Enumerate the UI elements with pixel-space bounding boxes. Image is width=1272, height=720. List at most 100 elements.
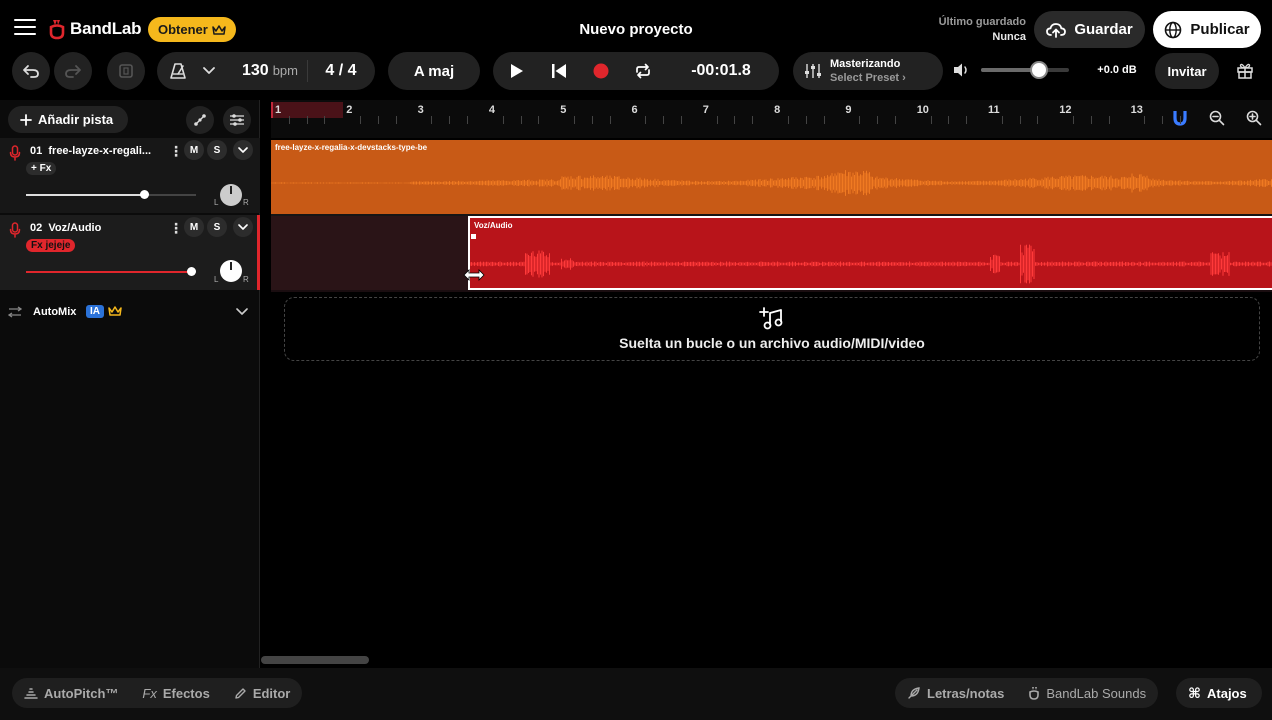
lyrics-notes-button[interactable]: Letras/notas [895,686,1016,701]
beat-tick [377,116,379,124]
time-signature-field[interactable]: 4 / 4 [308,62,374,80]
horizontal-scrollbar[interactable] [261,656,369,664]
top-bar: BandLab Obtener Nuevo proyecto Último gu… [0,0,1272,58]
track-expand-button[interactable] [233,140,253,160]
speaker-icon[interactable] [952,62,972,83]
time-signature-value: 4 / 4 [325,62,357,79]
autopitch-icon [24,688,38,699]
microphone-icon [9,222,21,238]
add-fx-button[interactable]: + Fx [26,162,57,175]
audio-clip[interactable]: free-layze-x-regalia-x-devstacks-type-be [271,140,1272,214]
beat-tick [948,116,950,124]
time-display[interactable]: -00:01.8 [669,52,773,90]
automation-button[interactable] [186,106,214,134]
drop-zone[interactable]: Suelta un bucle o un archivo audio/MIDI/… [284,297,1260,361]
mastering-sliders-icon [805,64,821,78]
track-options-icon[interactable]: ⋮ [169,144,183,158]
key-value: A maj [413,62,455,80]
beat-tick [1001,116,1003,124]
autopitch-button[interactable]: AutoPitch™ [12,686,130,701]
loop-icon [636,63,650,79]
bar-number: 11 [988,104,1000,116]
beat-tick [395,116,397,124]
beat-tick [360,116,362,124]
waveform-path [271,170,1272,196]
timeline-ruler[interactable]: 1 2 3 4 5 6 7 8 9 10 11 12 13 [271,100,1272,138]
project-title[interactable]: Nuevo proyecto [579,21,692,38]
get-premium-button[interactable]: Obtener [148,17,236,42]
solo-button[interactable]: S [207,140,227,160]
shortcuts-item: ⌘ Atajos [1176,685,1259,702]
gift-icon[interactable] [1236,62,1254,84]
skip-to-start-button[interactable] [541,63,577,79]
track-expand-button[interactable] [233,217,253,237]
solo-button[interactable]: S [207,217,227,237]
bandlab-logo-icon [49,20,65,40]
mastering-button[interactable]: Masterizando Select Preset › [793,52,943,90]
zoom-in-button[interactable] [1239,106,1269,130]
track-name[interactable]: 02 Voz/Audio [30,222,101,234]
pan-knob[interactable] [220,184,242,206]
mixer-button[interactable] [223,106,251,134]
publish-button[interactable]: Publicar [1153,11,1261,48]
master-volume-slider[interactable] [981,61,1069,79]
add-track-button[interactable]: Añadir pista [8,106,128,133]
track-volume-slider[interactable] [26,190,196,199]
automix-row[interactable]: AutoMix IA [0,296,260,328]
pan-left-label: L [214,275,219,284]
menu-icon[interactable] [14,19,36,37]
track-header-2[interactable]: 02 Voz/Audio ⋮ M S Fx jejeje L R [0,215,260,290]
undo-icon [23,65,39,78]
clip-fade-handle[interactable] [471,234,476,239]
save-button[interactable]: Guardar [1034,11,1145,48]
redo-icon [65,65,81,78]
mute-button[interactable]: M [184,217,204,237]
play-button[interactable] [493,63,541,79]
metronome-button[interactable] [169,62,203,80]
redo-button[interactable] [54,52,92,90]
invite-button[interactable]: Invitar [1155,53,1219,89]
pencil-icon [235,687,246,699]
beat-tick [645,116,647,124]
beat-tick [591,116,593,124]
globe-icon [1165,21,1182,38]
effects-button[interactable]: Fx Efectos [130,686,221,701]
audio-clip-selected[interactable]: Voz/Audio [468,216,1272,290]
track-options-icon[interactable]: ⋮ [169,221,183,235]
beat-tick [574,116,576,124]
key-selector[interactable]: A maj [388,52,480,90]
beat-tick [288,116,290,124]
mute-button[interactable]: M [184,140,204,160]
pan-right-label: R [243,275,249,284]
track-lane-2[interactable]: Voz/Audio [271,216,1272,292]
brand-name: BandLab [70,19,142,38]
fx-icon: Fx [142,685,157,701]
track-lane-1[interactable]: free-layze-x-regalia-x-devstacks-type-be [271,140,1272,216]
track-name[interactable]: 01 free-layze-x-regali... [30,145,151,157]
bar-number: 4 [488,104,496,116]
track-volume-knob[interactable] [187,267,196,276]
bandlab-sounds-button[interactable]: BandLab Sounds [1016,686,1158,701]
zoom-out-button[interactable] [1202,106,1232,130]
undo-button[interactable] [12,52,50,90]
loop-region-button[interactable] [107,52,145,90]
loop-button[interactable] [625,63,661,79]
bandlab-logo[interactable]: BandLab [48,18,142,40]
shortcuts-button[interactable]: ⌘ Atajos [1176,678,1262,708]
master-volume-knob[interactable] [1030,61,1048,79]
track-volume-knob[interactable] [140,190,149,199]
cloud-upload-icon [1046,22,1067,38]
editor-button[interactable]: Editor [222,686,303,701]
pan-knob[interactable] [220,260,242,282]
plus-icon [20,113,32,126]
fx-chain-badge[interactable]: Fx jejeje [26,239,76,252]
track-header-1[interactable]: 01 free-layze-x-regali... ⋮ M S + Fx L R [0,138,260,213]
microphone-icon [9,145,21,161]
crown-icon [212,24,226,35]
beat-tick [966,116,968,124]
track-volume-slider[interactable] [26,267,196,276]
bpm-field[interactable]: 130 bpm [233,62,307,80]
beat-tick [1090,116,1092,124]
record-button[interactable] [577,63,625,79]
metronome-dropdown[interactable] [203,67,233,75]
